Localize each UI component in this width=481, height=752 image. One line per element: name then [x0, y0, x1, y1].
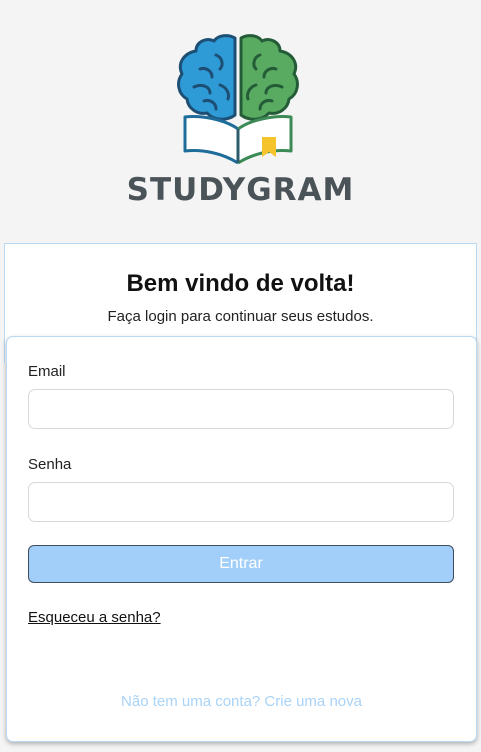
welcome-title: Bem vindo de volta!: [126, 270, 355, 297]
email-label: Email: [28, 363, 66, 380]
book-left-icon: [183, 115, 239, 165]
logo: [176, 33, 300, 165]
bookmark-icon: [262, 137, 276, 157]
password-label: Senha: [28, 456, 72, 473]
welcome-subtitle: Faça login para continuar seus estudos.: [107, 308, 374, 325]
forgot-password-link[interactable]: Esqueceu a senha?: [28, 609, 161, 626]
brain-book-logo-icon: [177, 34, 299, 165]
brand-name: STUDYGRAM: [126, 172, 355, 208]
brain-left-icon: [177, 34, 237, 121]
email-field[interactable]: [28, 389, 454, 429]
login-form: Email Senha Entrar Esqueceu a senha? Não…: [6, 336, 477, 742]
brain-right-icon: [239, 34, 299, 121]
password-field[interactable]: [28, 482, 454, 522]
login-button[interactable]: Entrar: [28, 545, 454, 583]
signup-link[interactable]: Não tem uma conta? Crie uma nova: [7, 693, 476, 710]
